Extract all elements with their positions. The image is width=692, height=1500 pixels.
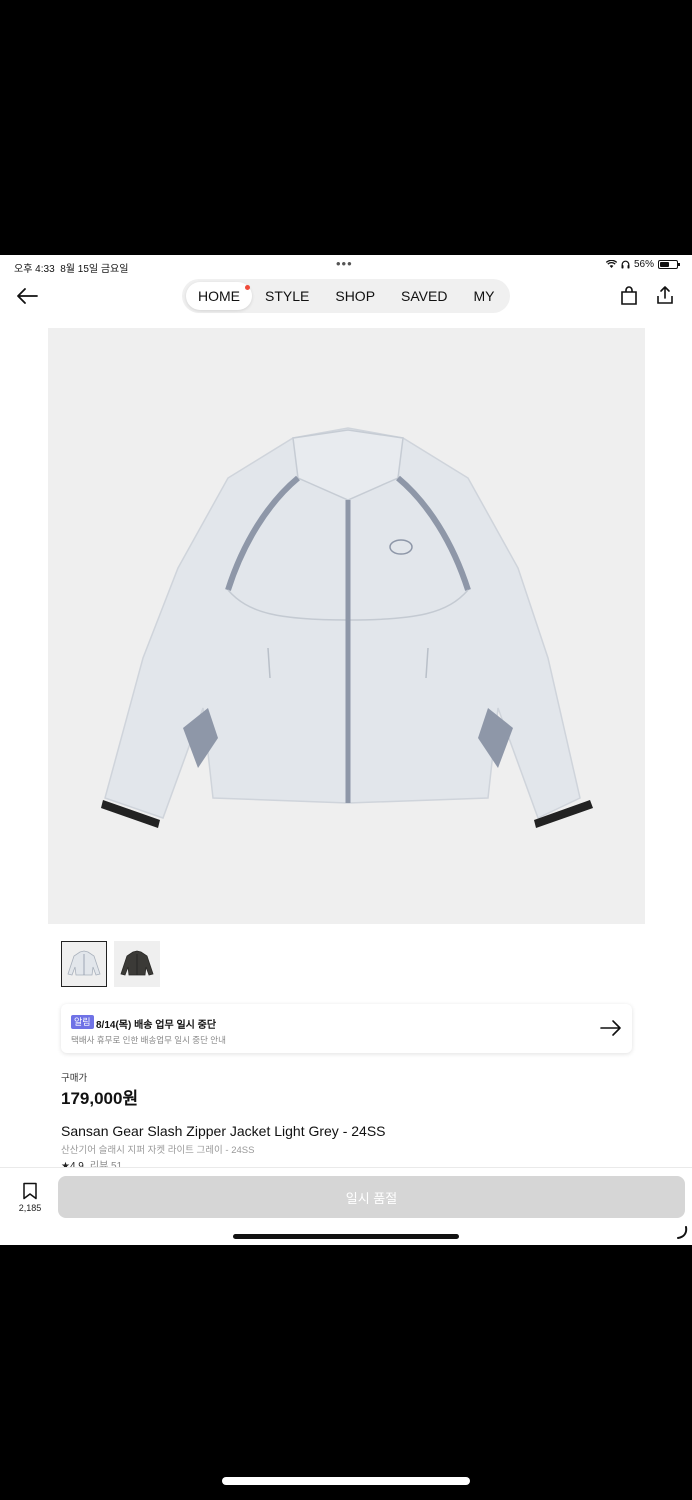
- price: 179,000원: [61, 1089, 139, 1108]
- share-icon[interactable]: [655, 285, 675, 305]
- headphones-icon: [621, 260, 630, 269]
- thumbnail-dark[interactable]: [114, 941, 160, 987]
- shopping-bag-icon[interactable]: [619, 286, 639, 306]
- tab-home[interactable]: HOME: [186, 282, 252, 310]
- product-name-korean: 산산기어 슬래시 지퍼 자켓 라이트 그레이 - 24SS: [61, 1145, 255, 1156]
- jacket-illustration: [101, 427, 593, 828]
- save-button[interactable]: 2,185: [14, 1182, 46, 1222]
- top-letterbox: [0, 0, 692, 255]
- home-indicator[interactable]: [233, 1234, 459, 1239]
- tab-my[interactable]: MY: [460, 282, 507, 310]
- status-bar: 오후 4:33 8월 15일 금요일 ••• 56%: [0, 255, 692, 275]
- main-nav: HOME STYLE SHOP SAVED MY: [182, 279, 510, 313]
- multitasking-dots[interactable]: •••: [336, 256, 353, 271]
- bottom-action-bar: 2,185 일시 품절: [0, 1167, 692, 1245]
- bookmark-icon: [23, 1182, 37, 1200]
- battery-percent: 56%: [633, 259, 654, 270]
- tab-style[interactable]: STYLE: [252, 282, 322, 310]
- thumbnail-light-grey[interactable]: [61, 941, 107, 987]
- notice-banner[interactable]: 알림 8/14(목) 배송 업무 일시 중단 택배사 휴무로 인한 배송업무 일…: [61, 1004, 632, 1053]
- tab-shop[interactable]: SHOP: [322, 282, 388, 310]
- back-arrow-icon[interactable]: [14, 285, 40, 307]
- product-image[interactable]: [48, 328, 645, 924]
- bottom-letterbox: [0, 1245, 692, 1500]
- thumbnail-list: [61, 941, 160, 987]
- save-count: 2,185: [18, 1203, 42, 1213]
- notice-title: 8/14(목) 배송 업무 일시 중단: [96, 1020, 217, 1031]
- app-screen: 오후 4:33 8월 15일 금요일 ••• 56% HOME STYLE SH…: [0, 255, 692, 1245]
- jacket-thumb-dark-icon: [120, 950, 154, 976]
- battery-icon: [658, 260, 680, 269]
- tab-saved[interactable]: SAVED: [388, 282, 460, 310]
- price-label: 구매가: [61, 1073, 88, 1084]
- notice-subtitle: 택배사 휴무로 인한 배송업무 일시 중단 안내: [71, 1035, 226, 1045]
- corner-hook-icon: [677, 1226, 688, 1239]
- notice-badge: 알림: [71, 1015, 94, 1029]
- wifi-icon: [605, 260, 617, 268]
- product-name: Sansan Gear Slash Zipper Jacket Light Gr…: [61, 1123, 386, 1139]
- sold-out-button[interactable]: 일시 품절: [58, 1176, 685, 1218]
- arrow-right-icon: [600, 1020, 621, 1036]
- jacket-thumb-light-icon: [67, 950, 101, 976]
- notification-dot: [245, 285, 250, 290]
- status-time: 오후 4:33 8월 15일 금요일: [14, 264, 129, 275]
- status-right: 56%: [605, 259, 680, 270]
- outer-home-indicator[interactable]: [222, 1477, 470, 1485]
